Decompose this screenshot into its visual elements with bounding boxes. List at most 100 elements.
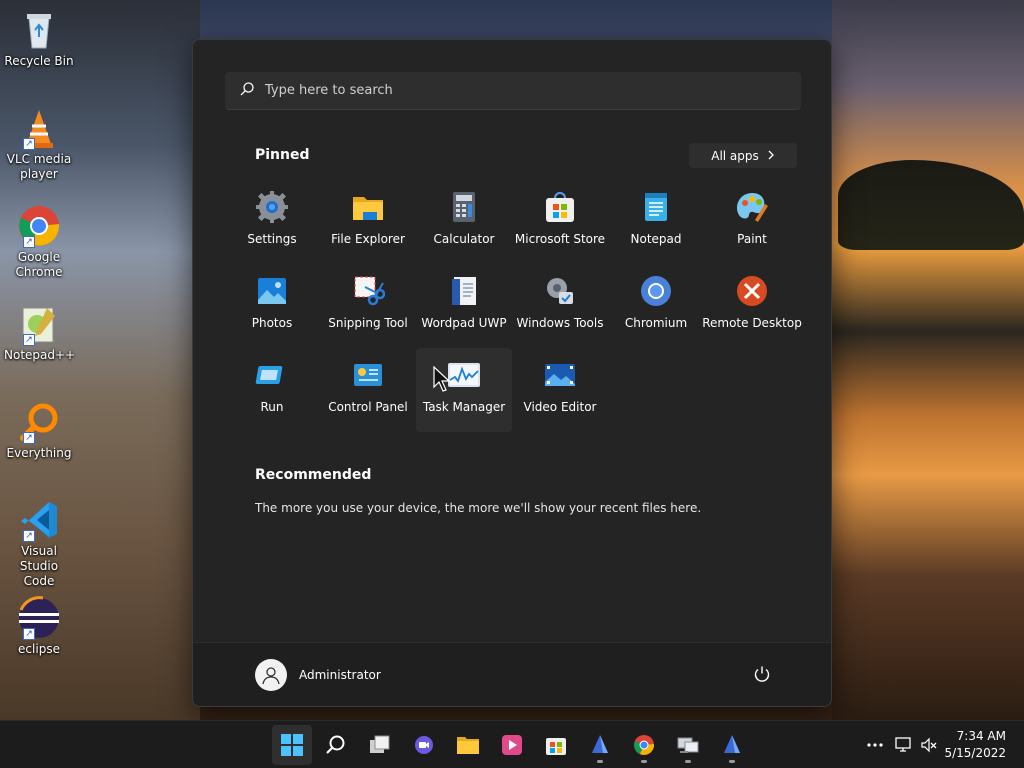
start-menu: Pinned All apps Settings File Explorer C… (192, 39, 832, 707)
pinned-app-video-editor[interactable]: Video Editor (512, 348, 608, 432)
snipping-scissors-icon (351, 274, 386, 308)
pinned-app-photos[interactable]: Photos (224, 264, 320, 348)
power-icon (754, 666, 770, 682)
desktop-icon-eclipse[interactable]: ↗ eclipse (4, 596, 74, 657)
pinned-app-chromium[interactable]: Chromium (608, 264, 704, 348)
recycle-bin-icon (17, 8, 61, 52)
pinned-heading: Pinned (255, 147, 310, 163)
avatar (255, 659, 287, 691)
system-clock[interactable]: 7:34 AM 5/15/2022 (944, 728, 1006, 762)
start-search-box[interactable] (225, 72, 801, 110)
desktop-icon-vlc[interactable]: ↗ VLC media player (4, 106, 74, 182)
app-label: Calculator (433, 232, 495, 246)
chat-button[interactable] (404, 725, 444, 765)
pinned-app-microsoft-store[interactable]: Microsoft Store (512, 180, 608, 264)
search-input[interactable] (265, 83, 785, 98)
eclipse-icon: ↗ (17, 596, 61, 640)
power-button[interactable] (753, 665, 771, 687)
shortcut-arrow-icon: ↗ (23, 138, 35, 150)
pinned-app-task-manager[interactable]: Task Manager (416, 348, 512, 432)
taskbar-app-sail-2[interactable] (712, 725, 752, 765)
desktop-icon-chrome[interactable]: ↗ Google Chrome (4, 204, 74, 280)
desktop-icon-vscode[interactable]: ↗ Visual Studio Code (4, 498, 74, 589)
desktop-icon-label: Recycle Bin (4, 54, 74, 68)
app-label: Snipping Tool (328, 316, 408, 330)
app-label: Run (260, 400, 284, 414)
sail-app-icon (592, 735, 608, 753)
all-apps-button[interactable]: All apps (689, 143, 797, 168)
app-label: Settings (247, 232, 297, 246)
volume-muted-icon (921, 737, 937, 753)
tray-volume-button[interactable] (920, 721, 938, 768)
clock-date: 5/15/2022 (944, 746, 1006, 760)
user-icon (262, 667, 280, 685)
app-label: Video Editor (523, 400, 597, 414)
video-editor-icon (543, 358, 577, 392)
desktop-icon-recycle-bin[interactable]: Recycle Bin (4, 8, 74, 69)
pinned-app-remote-desktop[interactable]: Remote Desktop (702, 264, 802, 348)
wordpad-icon (447, 274, 481, 308)
chevron-right-icon (767, 149, 775, 163)
app-label: Notepad (630, 232, 682, 246)
tray-network-button[interactable] (895, 721, 913, 768)
chrome-icon: ↗ (17, 204, 61, 248)
shortcut-arrow-icon: ↗ (23, 334, 35, 346)
taskbar-search-button[interactable] (316, 725, 356, 765)
tray-overflow-button[interactable] (866, 721, 884, 768)
pinned-app-windows-tools[interactable]: Windows Tools (512, 264, 608, 348)
paint-palette-icon (735, 190, 769, 224)
task-view-button[interactable] (360, 725, 400, 765)
pinned-app-wordpad-uwp[interactable]: Wordpad UWP (416, 264, 512, 348)
pinned-app-notepad[interactable]: Notepad (608, 180, 704, 264)
running-indicator (729, 760, 735, 763)
chat-icon (415, 736, 433, 754)
pinned-app-control-panel[interactable]: Control Panel (320, 348, 416, 432)
desktop-icon-everything[interactable]: ↗ Everything (4, 400, 74, 461)
pinned-app-snipping-tool[interactable]: Snipping Tool (320, 264, 416, 348)
folder-icon (351, 190, 385, 224)
notepad-icon (639, 190, 673, 224)
app-label: Photos (251, 316, 293, 330)
clock-time: 7:34 AM (956, 729, 1006, 743)
desktop-icon-label: VLC media player (6, 152, 72, 181)
taskbar-media-player[interactable] (492, 725, 532, 765)
pinned-apps-grid: Settings File Explorer Calculator Micros… (224, 180, 804, 432)
user-account-button[interactable]: Administrator (255, 659, 381, 691)
windows-tools-icon (543, 274, 577, 308)
pinned-app-settings[interactable]: Settings (224, 180, 320, 264)
taskbar-app-sail[interactable] (580, 725, 620, 765)
settings-gear-icon (255, 190, 289, 224)
media-player-icon (502, 735, 522, 755)
photos-icon (255, 274, 289, 308)
pinned-app-file-explorer[interactable]: File Explorer (320, 180, 416, 264)
store-bag-icon (546, 738, 566, 755)
running-indicator (597, 760, 603, 763)
notepadpp-icon: ↗ (17, 302, 61, 346)
shortcut-arrow-icon: ↗ (23, 236, 35, 248)
desktop-icon-notepadpp[interactable]: ↗ Notepad++ (4, 302, 75, 363)
task-manager-icon (447, 358, 481, 392)
pinned-app-calculator[interactable]: Calculator (416, 180, 512, 264)
remote-desktop-icon (735, 274, 769, 308)
sail-app-icon (724, 735, 740, 753)
mouse-cursor-icon (433, 365, 451, 396)
task-view-icon (370, 735, 390, 753)
all-apps-label: All apps (711, 148, 759, 163)
search-icon (326, 735, 345, 754)
folder-icon (457, 737, 479, 754)
app-label: Control Panel (328, 400, 408, 414)
desktop-icon-label: Visual Studio Code (19, 544, 59, 588)
start-button[interactable] (272, 725, 312, 765)
network-computer-icon (677, 737, 699, 753)
app-label: Chromium (624, 316, 688, 330)
network-icon (895, 737, 911, 752)
pinned-app-paint[interactable]: Paint (704, 180, 800, 264)
pinned-app-run[interactable]: Run (224, 348, 320, 432)
recommended-empty-text: The more you use your device, the more w… (255, 501, 702, 515)
taskbar: 7:34 AM 5/15/2022 (0, 720, 1024, 768)
taskbar-microsoft-store[interactable] (536, 725, 576, 765)
wallpaper-right (832, 0, 1024, 720)
taskbar-remote-connection[interactable] (668, 725, 708, 765)
taskbar-file-explorer[interactable] (448, 725, 488, 765)
taskbar-chrome[interactable] (624, 725, 664, 765)
